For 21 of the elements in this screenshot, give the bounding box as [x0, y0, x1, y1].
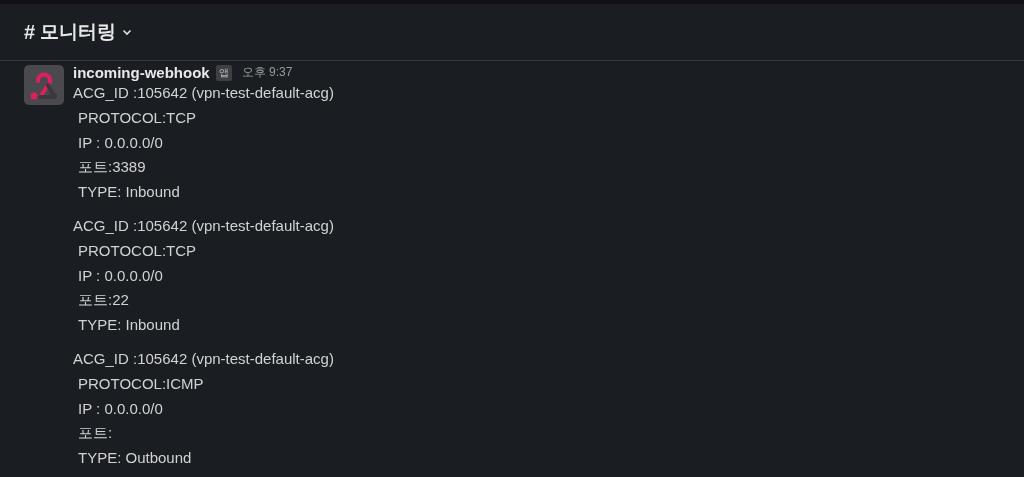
- message-line: IP : 0.0.0.0/0: [77, 132, 164, 153]
- message-line: IP : 0.0.0.0/0: [77, 265, 164, 286]
- message-line: PROTOCOL:TCP: [77, 107, 198, 128]
- message-line: 포트:: [77, 423, 114, 444]
- message-line: 포트:22: [77, 290, 130, 311]
- message-line: IP : 0.0.0.0/0: [77, 398, 164, 419]
- message-line: ACG_ID :105642 (vpn-test-default-acg): [73, 83, 334, 103]
- message-line: PROTOCOL:TCP: [77, 240, 198, 261]
- webhook-avatar-icon[interactable]: [24, 65, 64, 105]
- message-line: ACG_ID :105642 (vpn-test-default-acg): [73, 216, 334, 236]
- chevron-down-icon: [122, 28, 133, 36]
- message-line: TYPE: Outbound: [77, 448, 193, 469]
- app-badge: 앱: [215, 64, 232, 81]
- message-line: PROTOCOL:ICMP: [77, 373, 205, 394]
- message-line: ACG_ID :105642 (vpn-test-default-acg): [73, 348, 334, 369]
- message-time[interactable]: 오후 9:37: [241, 64, 293, 81]
- message-line: TYPE: Inbound: [77, 315, 181, 336]
- author-name[interactable]: incoming-webhook: [73, 64, 210, 81]
- message-line: 포트:3389: [77, 157, 147, 178]
- message-line: TYPE: Inbound: [77, 182, 181, 203]
- channel-title[interactable]: # 모니터링: [24, 19, 133, 45]
